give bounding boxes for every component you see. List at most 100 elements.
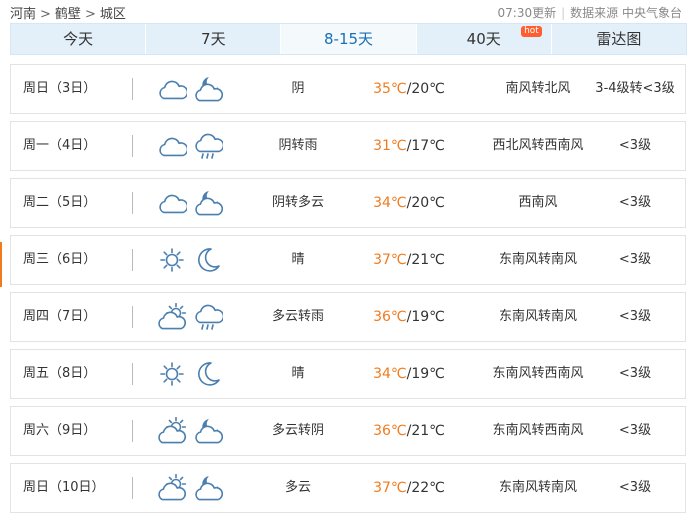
weather-desc: 阴转多云: [271, 195, 324, 210]
forecast-row: 周日（10日） 多云 37℃/22℃ 东南风转南风 <3级: [10, 463, 686, 513]
divider: [132, 192, 133, 214]
divider: [132, 363, 133, 385]
breadcrumb: 河南 > 鹤壁 > 城区: [10, 3, 126, 22]
temperature: 36℃/21℃: [373, 423, 445, 439]
divider: [132, 135, 133, 157]
breadcrumb-separator: >: [40, 7, 51, 22]
weather-desc: 多云转阴: [271, 423, 324, 438]
forecast-row: 周二（5日） 阴转多云 34℃/20℃ 西南风 <3级: [10, 178, 686, 228]
forecast-row: 周六（9日） 多云转阴 36℃/21℃ 东南风转西南风 <3级: [10, 406, 686, 456]
day-label: 周五（8日）: [23, 366, 97, 381]
temp-low: 22℃: [411, 480, 445, 496]
cloudy-icon: [157, 75, 189, 103]
moon-icon: [193, 360, 223, 388]
day-label: 周六（9日）: [23, 423, 97, 438]
temp-high: 37℃: [373, 252, 407, 268]
wind-level: 3-4级转<3级: [595, 81, 675, 96]
temperature: 36℃/19℃: [373, 309, 445, 325]
rain-icon: [193, 132, 225, 160]
tab-today[interactable]: 今天: [11, 24, 147, 54]
temperature: 34℃/19℃: [373, 366, 445, 382]
tab-8-15-days[interactable]: 8-15天: [281, 24, 417, 54]
weather-desc: 晴: [291, 366, 305, 381]
temperature: 34℃/20℃: [373, 195, 445, 211]
divider: [132, 420, 133, 442]
temp-high: 34℃: [373, 195, 407, 211]
weather-desc: 多云转雨: [271, 309, 324, 324]
forecast-row: 周日（3日） 阴 35℃/20℃ 南风转北风 3-4级转<3级: [10, 64, 686, 114]
temp-low: 21℃: [411, 252, 445, 268]
divider: [132, 249, 133, 271]
partly-cloudy-icon: [157, 416, 187, 445]
update-info: 07:30更新 | 数据来源 中央气象台: [497, 6, 682, 20]
breadcrumb-district[interactable]: 城区: [100, 7, 126, 22]
partly-cloudy-icon: [157, 473, 187, 502]
update-time: 07:30更新: [497, 6, 557, 20]
weather-desc: 晴: [291, 252, 305, 267]
divider: [132, 78, 133, 100]
temp-low: 20℃: [411, 195, 445, 211]
data-source: 数据来源 中央气象台: [570, 6, 682, 20]
breadcrumb-separator: >: [84, 7, 96, 22]
weather-icons: [157, 473, 227, 502]
weather-icons: [157, 132, 227, 160]
temp-low: 21℃: [411, 423, 445, 439]
temperature: 35℃/20℃: [373, 81, 445, 97]
temperature: 31℃/17℃: [373, 138, 445, 154]
temp-high: 37℃: [373, 480, 407, 496]
weather-desc: 阴转雨: [278, 138, 318, 153]
forecast-row: 周五（8日） 晴 34℃/19℃ 东南风转西南风 <3级: [10, 349, 686, 399]
wind-level: <3级: [618, 423, 652, 438]
cloudy-moon-icon: [193, 75, 224, 103]
cloudy-moon-icon: [193, 189, 224, 217]
cloudy-moon-icon: [193, 417, 224, 445]
forecast-row: 周三（6日） 晴 37℃/21℃ 东南风转南风 <3级: [10, 235, 686, 285]
temp-high: 36℃: [373, 423, 407, 439]
temperature: 37℃/21℃: [373, 252, 445, 268]
temperature: 37℃/22℃: [373, 480, 445, 496]
temp-low: 17℃: [411, 138, 445, 154]
divider: [132, 477, 133, 499]
temp-low: 20℃: [411, 81, 445, 97]
temp-low: 19℃: [411, 309, 445, 325]
day-label: 周日（10日）: [23, 480, 105, 495]
temp-high: 31℃: [373, 138, 407, 154]
temp-high: 34℃: [373, 366, 407, 382]
weather-icons: [157, 246, 227, 274]
rain-icon: [193, 303, 225, 331]
sunny-icon: [157, 246, 187, 274]
weather-icons: [157, 302, 227, 331]
temp-high: 36℃: [373, 309, 407, 325]
day-label: 周日（3日）: [23, 81, 97, 96]
wind-level: <3级: [618, 309, 652, 324]
partly-cloudy-icon: [157, 302, 187, 331]
breadcrumb-city[interactable]: 鹤壁: [55, 7, 81, 22]
sunny-icon: [157, 360, 187, 388]
day-label: 周二（5日）: [23, 195, 97, 210]
side-accent: [0, 242, 2, 287]
day-label: 周一（4日）: [23, 138, 97, 153]
wind-level: <3级: [618, 252, 652, 267]
weather-desc: 阴: [291, 81, 305, 96]
cloudy-icon: [157, 189, 189, 217]
wind-level: <3级: [618, 366, 652, 381]
weather-desc: 多云: [284, 480, 311, 495]
weather-icons: [157, 75, 227, 103]
forecast-tabs: 今天 7天 8-15天 40天 hot 雷达图: [10, 23, 687, 55]
tab-40-days[interactable]: 40天 hot: [417, 24, 552, 54]
forecast-row: 周四（7日） 多云转雨 36℃/19℃ 东南风转南风 <3级: [10, 292, 686, 342]
wind-level: <3级: [618, 195, 652, 210]
tab-7-days[interactable]: 7天: [146, 24, 282, 54]
breadcrumb-province[interactable]: 河南: [10, 7, 36, 22]
weather-icons: [157, 360, 227, 388]
cloudy-moon-icon: [193, 474, 224, 502]
day-label: 周四（7日）: [23, 309, 97, 324]
hot-badge: hot: [521, 26, 542, 37]
temp-low: 19℃: [411, 366, 445, 382]
weather-icons: [157, 416, 227, 445]
wind-level: <3级: [618, 480, 652, 495]
forecast-row: 周一（4日） 阴转雨 31℃/17℃ 西北风转西南风 <3级: [10, 121, 686, 171]
temp-high: 35℃: [373, 81, 407, 97]
day-label: 周三（6日）: [23, 252, 97, 267]
tab-radar[interactable]: 雷达图: [552, 24, 686, 54]
